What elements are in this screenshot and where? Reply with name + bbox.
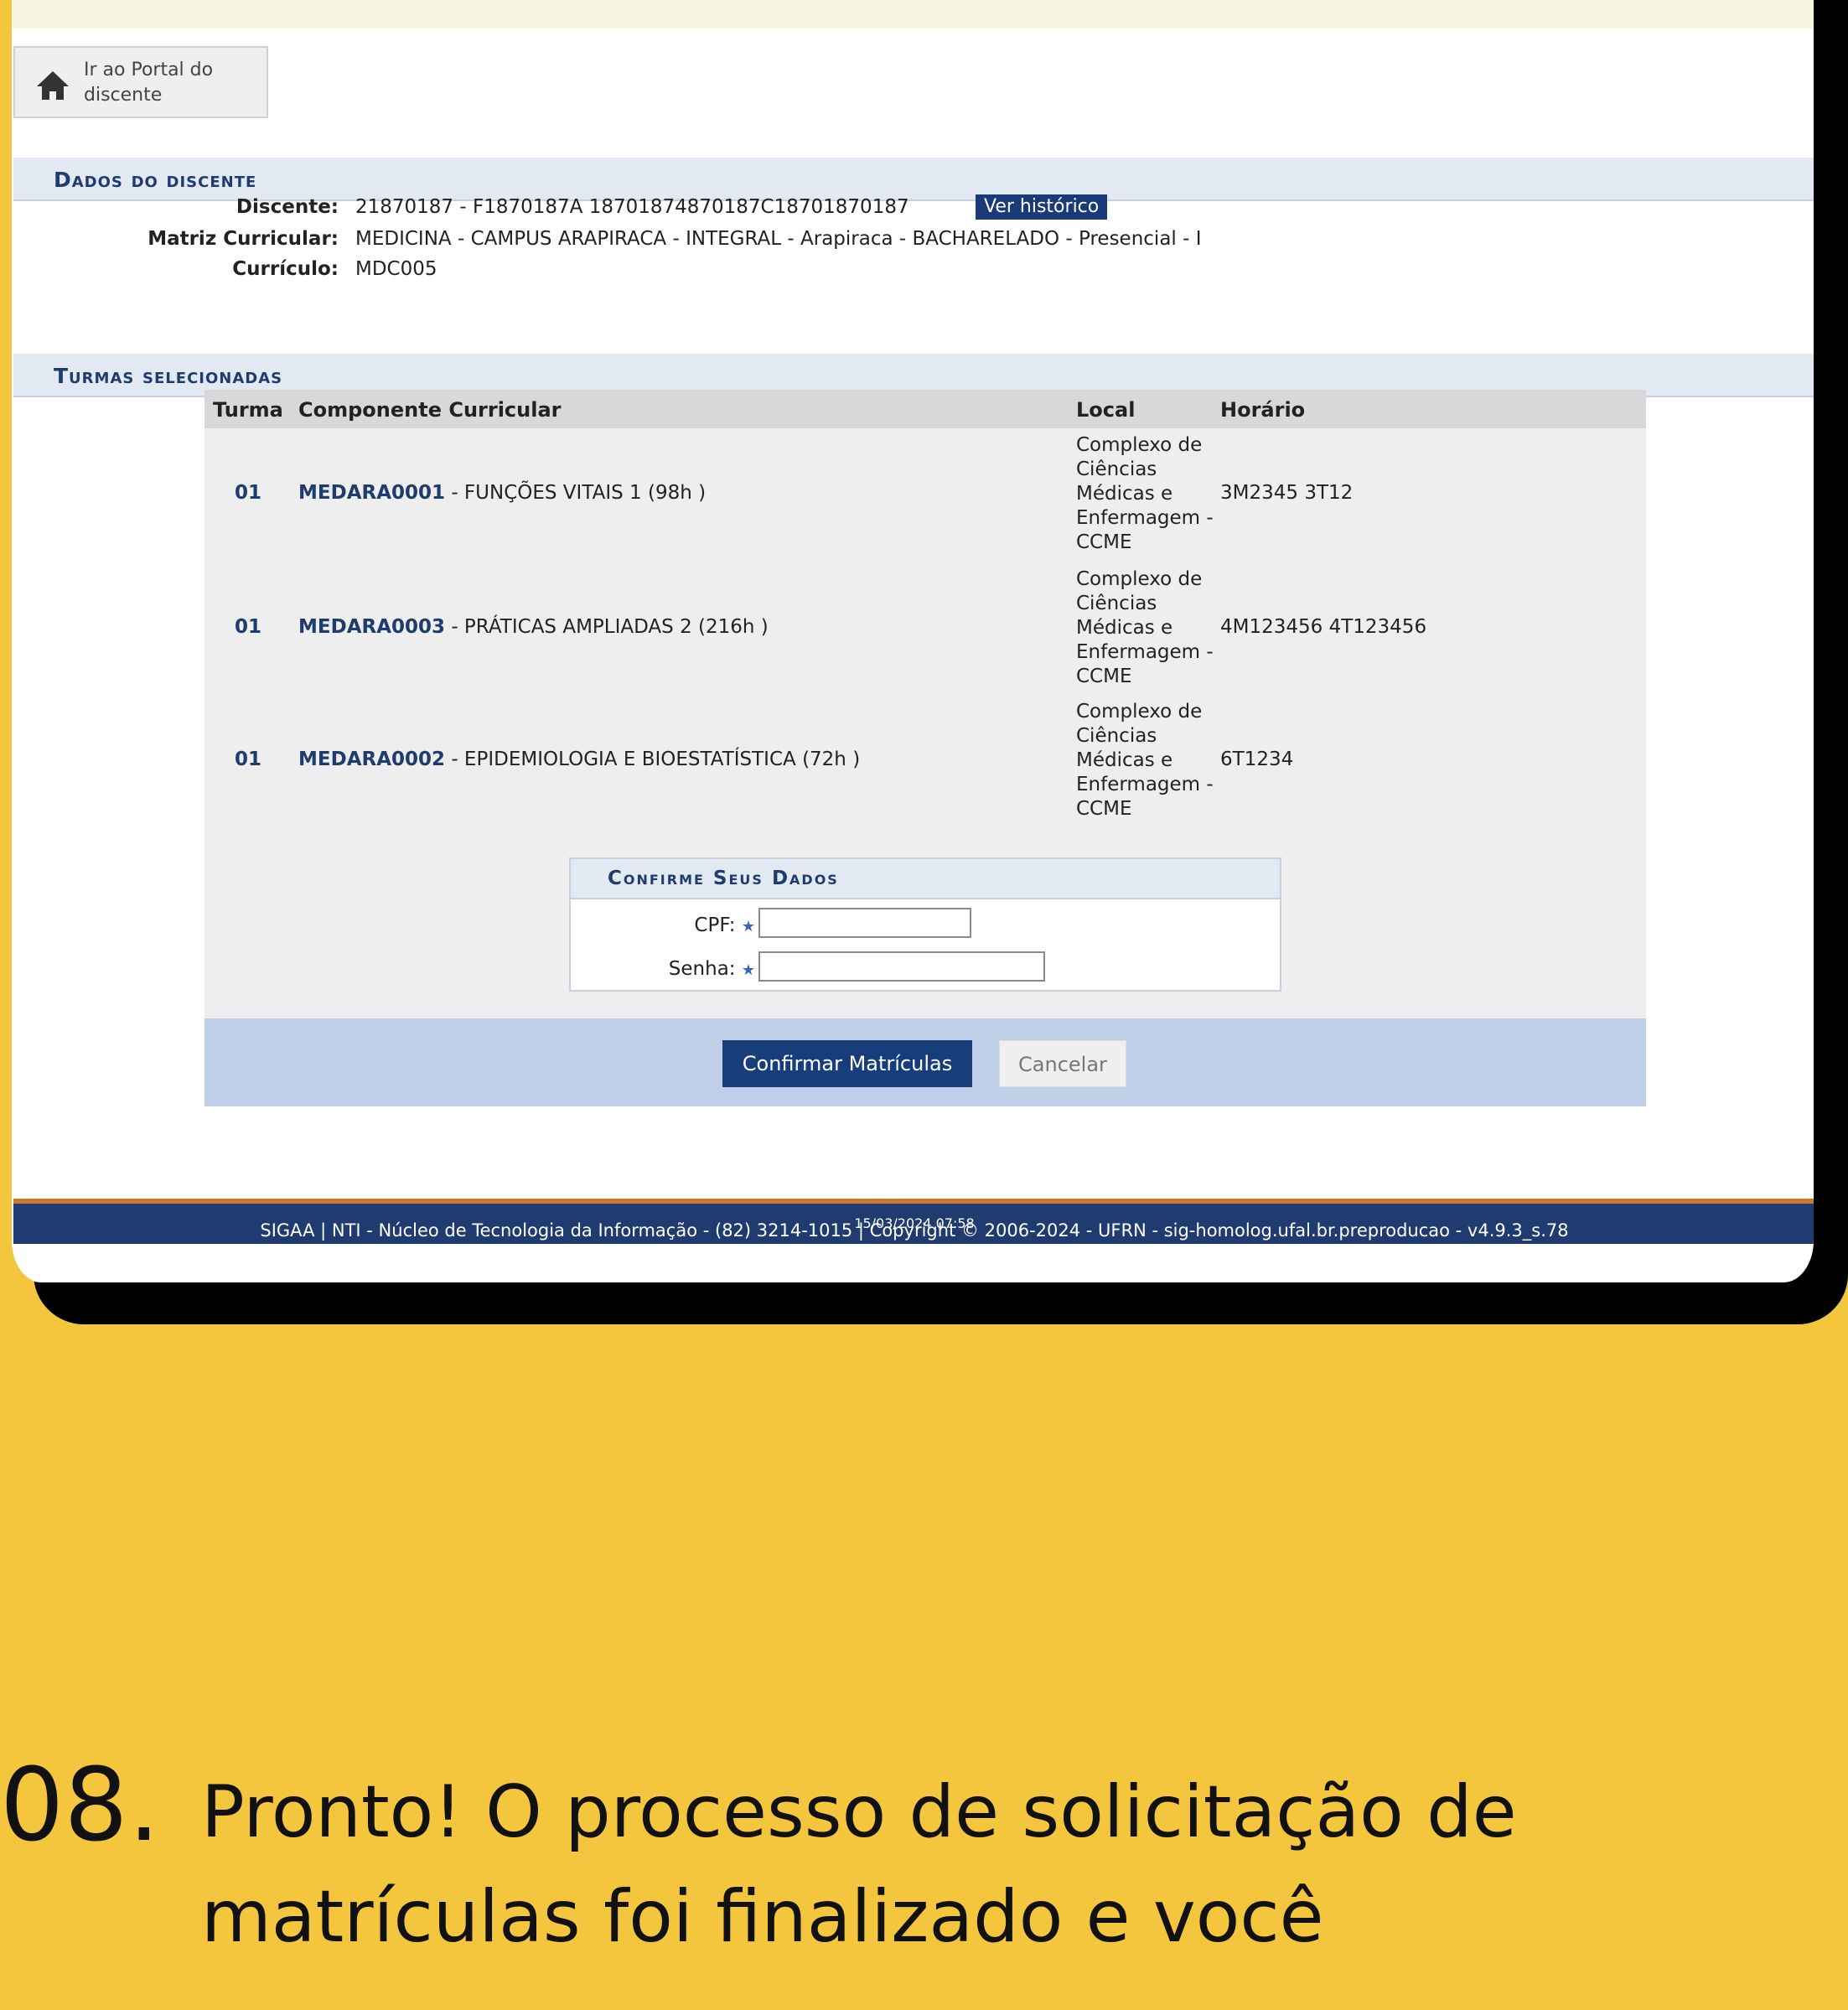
turmas-table: Turma Componente Curricular Local Horári…: [204, 390, 1646, 1106]
cpf-label: CPF: ★: [621, 914, 755, 936]
turma-number: 01: [235, 482, 262, 504]
componente-cell: MEDARA0001 - FUNÇÕES VITAIS 1 (98h ): [298, 482, 706, 504]
componente-link[interactable]: MEDARA0002: [298, 749, 445, 770]
componente-name: - FUNÇÕES VITAIS 1 (98h ): [445, 482, 707, 504]
step-text: Pronto! O processo de solicitação de mat…: [201, 1770, 1517, 1959]
portal-label: Ir ao Portal do discente: [84, 60, 214, 106]
asterisk-icon: ★: [741, 961, 755, 979]
discente-label: Discente:: [236, 196, 339, 218]
local-cell: Complexo de Ciências Médicas e Enfermage…: [1076, 701, 1214, 820]
matriz-label: Matriz Curricular:: [148, 228, 339, 250]
turma-number: 01: [235, 749, 262, 770]
senha-label: Senha: ★: [621, 958, 755, 980]
discente-value: 21870187 - F1870187A 18701874870187C1870…: [355, 196, 909, 218]
horario-cell: 4M123456 4T123456: [1220, 616, 1427, 638]
confirm-header: Confirme Seus Dados: [571, 859, 1280, 899]
componente-cell: MEDARA0003 - PRÁTICAS AMPLIADAS 2 (216h …: [298, 616, 769, 638]
confirmar-matriculas-button[interactable]: Confirmar Matrículas: [722, 1040, 972, 1087]
curriculo-label: Currículo:: [232, 258, 339, 280]
curriculo-label-row: Currículo:: [12, 258, 339, 283]
home-icon: [37, 71, 69, 100]
horario-cell: 6T1234: [1220, 749, 1294, 770]
portal-button[interactable]: Ir ao Portal do discente: [13, 46, 268, 118]
confirm-data-box: Confirme Seus Dados CPF: ★ Senha: ★: [569, 857, 1281, 992]
col-turma: Turma: [213, 398, 283, 422]
footer: SIGAA | NTI - Núcleo de Tecnologia da In…: [13, 1199, 1814, 1244]
top-bar: [12, 0, 1814, 28]
cancelar-button[interactable]: Cancelar: [999, 1040, 1126, 1087]
section-title: Turmas selecionadas: [54, 364, 283, 388]
matriz-label-row: Matriz Curricular:: [12, 228, 339, 253]
asterisk-icon: ★: [741, 918, 755, 935]
componente-link[interactable]: MEDARA0001: [298, 482, 445, 504]
col-local: Local: [1076, 398, 1136, 422]
cpf-input[interactable]: [758, 908, 971, 938]
componente-cell: MEDARA0002 - EPIDEMIOLOGIA E BIOESTATÍST…: [298, 749, 860, 770]
confirm-title: Confirme Seus Dados: [608, 868, 839, 889]
turma-number: 01: [235, 616, 262, 638]
componente-name: - PRÁTICAS AMPLIADAS 2 (216h ): [445, 616, 769, 638]
footer-info: SIGAA | NTI - Núcleo de Tecnologia da In…: [260, 1220, 1569, 1241]
discente-label-row: Discente:: [12, 196, 339, 221]
section-dados-discente: Dados do discente: [13, 158, 1814, 201]
senha-input[interactable]: [758, 951, 1045, 982]
col-horario: Horário: [1220, 398, 1306, 422]
componente-name: - EPIDEMIOLOGIA E BIOESTATÍSTICA (72h ): [445, 749, 861, 770]
curriculo-value: MDC005: [355, 258, 437, 280]
col-componente: Componente Curricular: [298, 398, 562, 422]
ver-historico-link[interactable]: Ver histórico: [976, 194, 1108, 220]
local-cell: Complexo de Ciências Médicas e Enfermage…: [1076, 568, 1214, 687]
table-header: Turma Componente Curricular Local Horári…: [204, 390, 1646, 428]
sigaa-window: Ir ao Portal do discente Dados do discen…: [0, 0, 1825, 1282]
horario-cell: 3M2345 3T12: [1220, 482, 1354, 504]
action-bar: Confirmar Matrículas Cancelar: [204, 1018, 1646, 1106]
step-number: 08.: [0, 1748, 160, 1864]
matriz-value: MEDICINA - CAMPUS ARAPIRACA - INTEGRAL -…: [355, 228, 1202, 250]
cpf-label-text: CPF:: [694, 914, 736, 936]
local-cell: Complexo de Ciências Médicas e Enfermage…: [1076, 434, 1214, 553]
senha-label-text: Senha:: [668, 958, 736, 980]
section-title: Dados do discente: [54, 168, 257, 192]
footer-text: SIGAA | NTI - Núcleo de Tecnologia da In…: [13, 1212, 1814, 1241]
componente-link[interactable]: MEDARA0003: [298, 616, 445, 638]
